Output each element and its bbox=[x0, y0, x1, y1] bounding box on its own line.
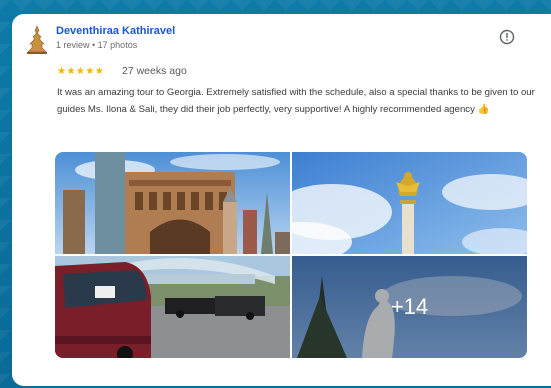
temple-avatar-icon[interactable] bbox=[21, 24, 53, 56]
photo-statue-more[interactable]: +14 bbox=[292, 256, 527, 358]
reviewer-name[interactable]: Deventhiraa Kathiravel bbox=[56, 25, 175, 37]
photo-bus[interactable] bbox=[55, 256, 290, 358]
photo-statue-column[interactable] bbox=[292, 152, 527, 254]
more-photos-count[interactable]: +14 bbox=[292, 256, 527, 358]
reviewer-meta: 1 review • 17 photos bbox=[56, 40, 138, 50]
review-text: It was an amazing tour to Georgia. Extre… bbox=[57, 87, 535, 115]
photo-grid: +14 bbox=[55, 152, 527, 358]
star-rating: ★★★★★ bbox=[57, 66, 105, 77]
photo-building[interactable] bbox=[55, 152, 290, 254]
review-time: 27 weeks ago bbox=[122, 65, 187, 77]
report-info-icon[interactable] bbox=[499, 29, 515, 45]
